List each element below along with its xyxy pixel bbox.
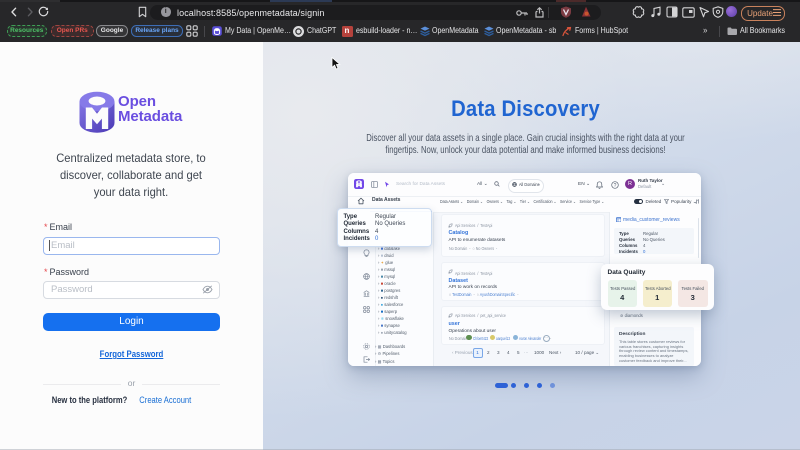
svg-text:?: ? xyxy=(613,182,616,188)
